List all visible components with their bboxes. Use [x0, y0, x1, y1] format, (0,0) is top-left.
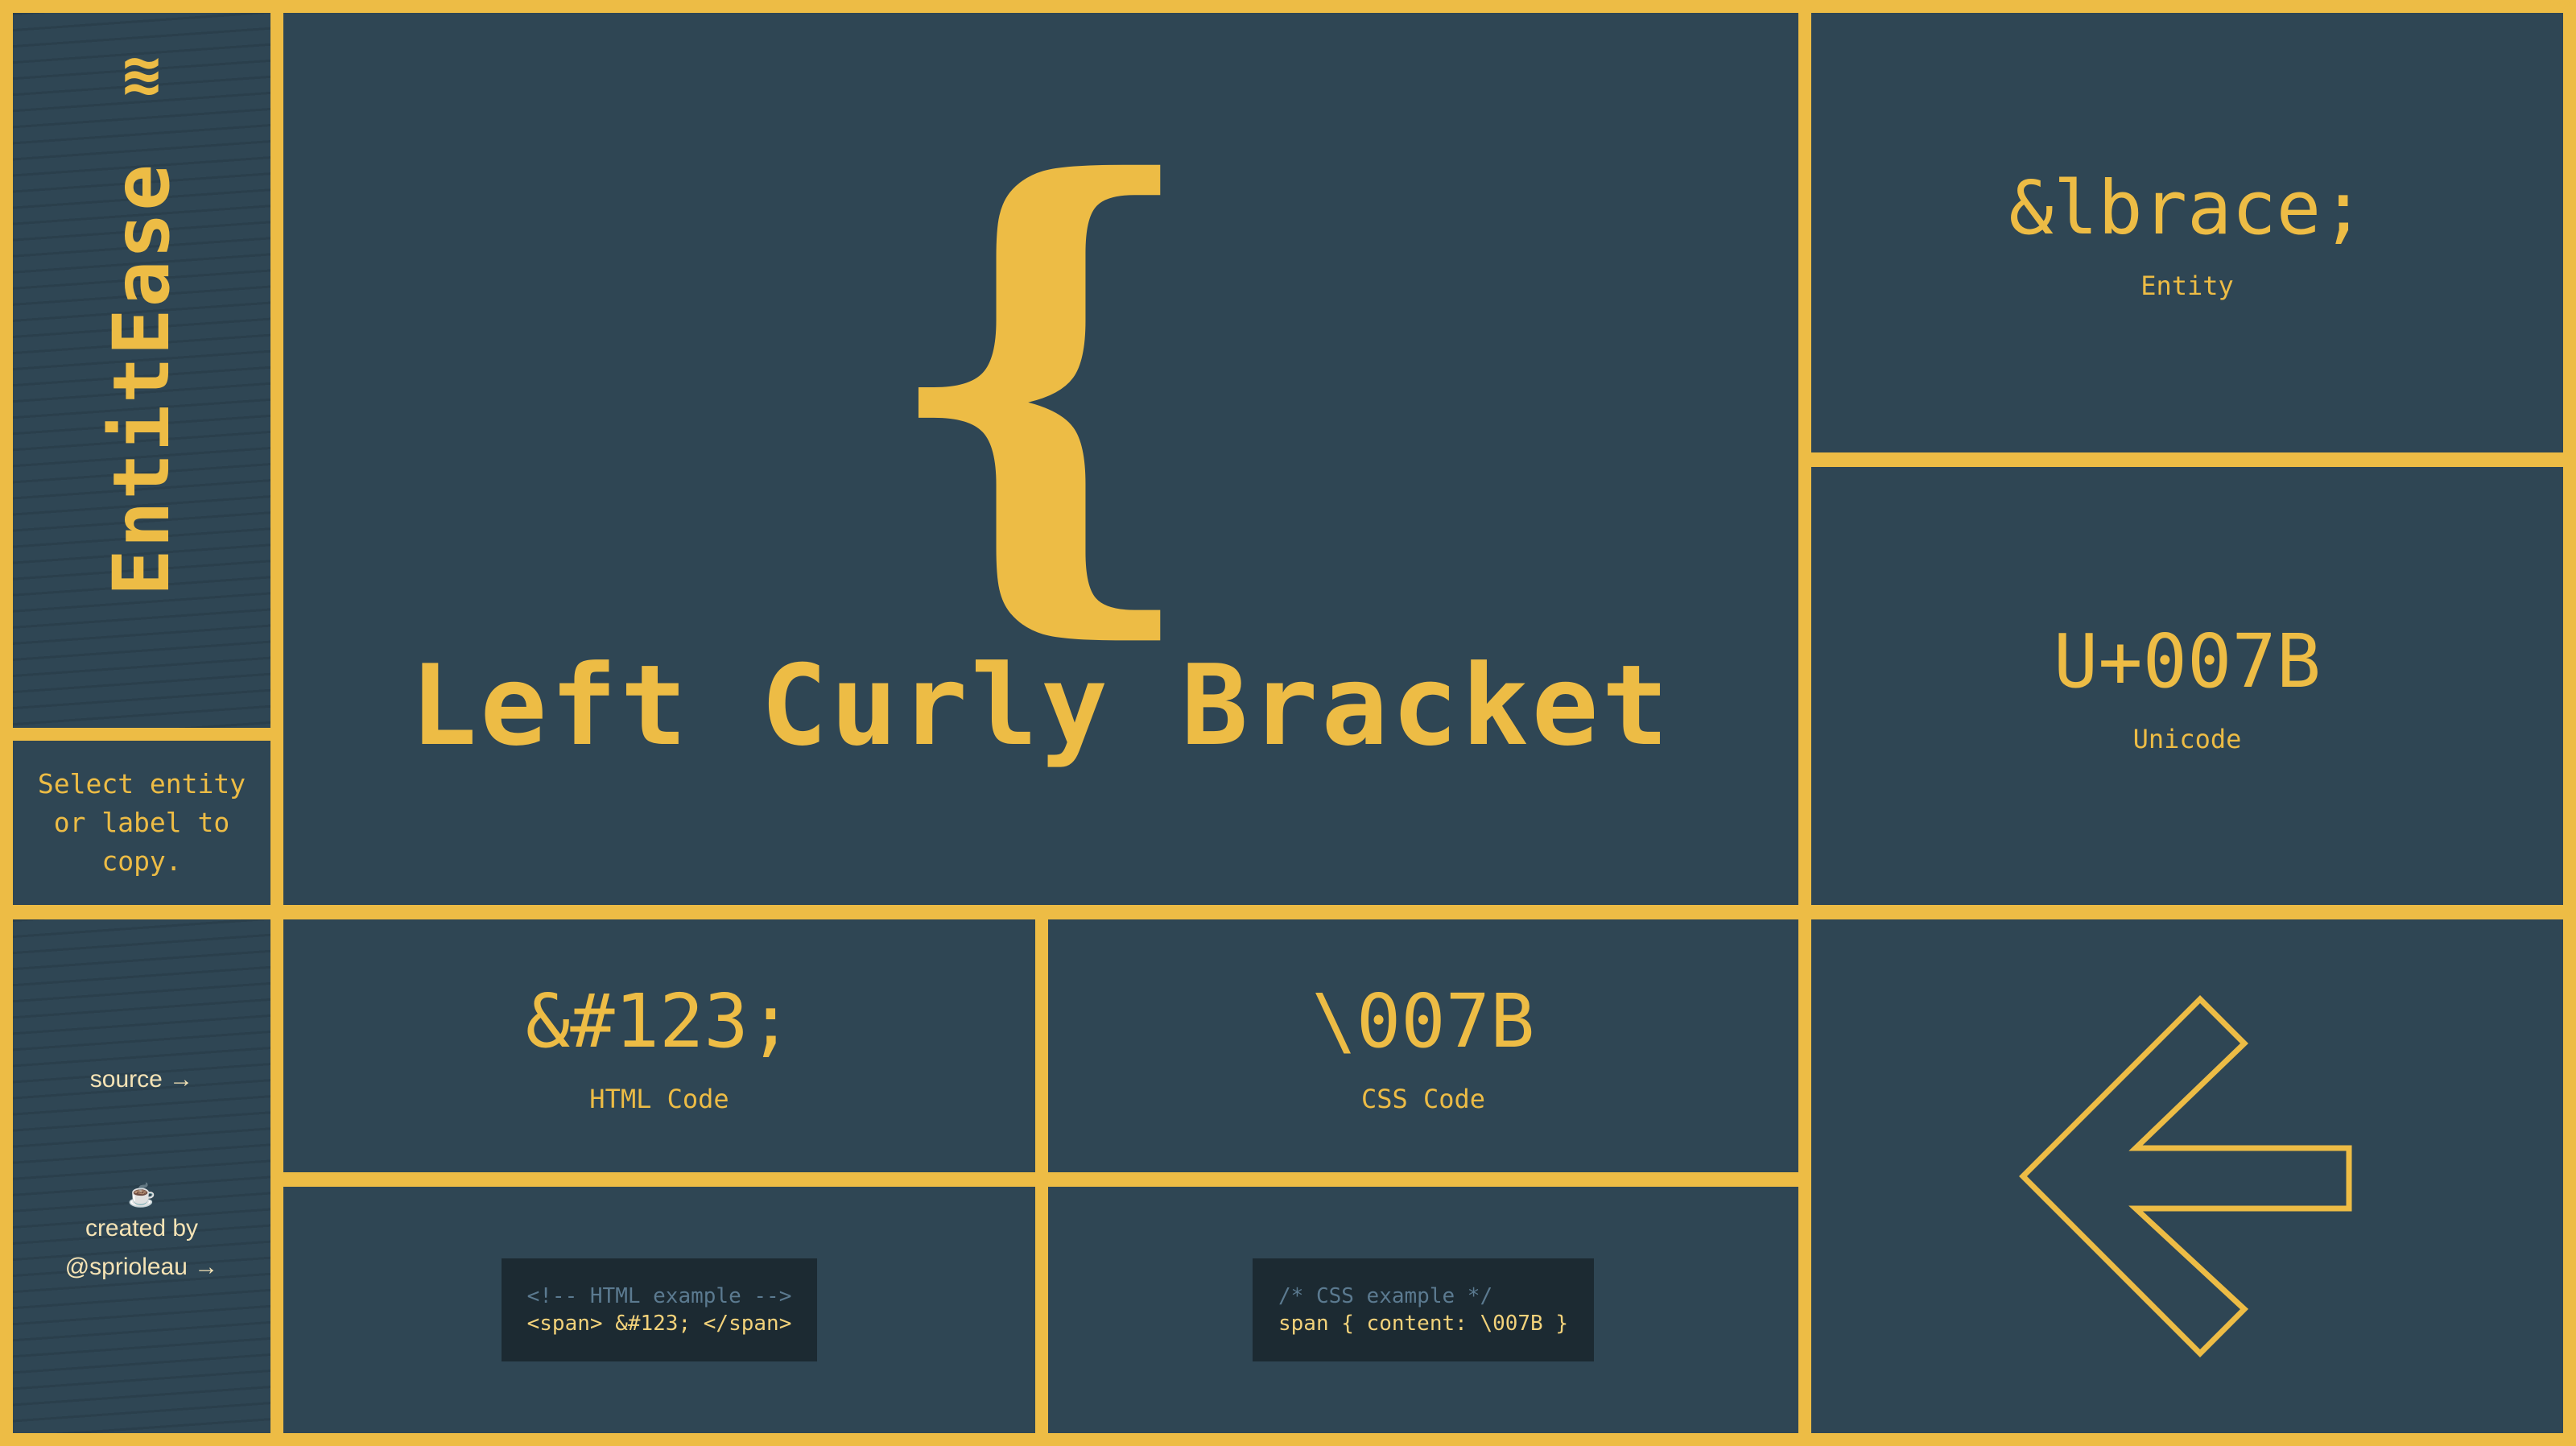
- html-example-comment: <!-- HTML example -->: [526, 1284, 792, 1308]
- coffee-icon: ☕: [127, 1183, 156, 1208]
- created-by-label: created by: [85, 1215, 199, 1241]
- html-code-label[interactable]: HTML Code: [589, 1084, 729, 1114]
- html-example-line: <span> &#123; </span>: [526, 1312, 792, 1336]
- app-grid: ≋ EntitEase Select entity or label to co…: [0, 0, 2576, 1446]
- unicode-panel: U+007B Unicode: [1811, 467, 2563, 905]
- css-example-code[interactable]: /* CSS example */ span { content: \007B }: [1252, 1258, 1595, 1361]
- creator-link[interactable]: @sprioleau →: [65, 1254, 219, 1280]
- entity-value[interactable]: &lbrace;: [2008, 164, 2365, 253]
- navigation-panel: [1811, 919, 2563, 1433]
- source-link[interactable]: source →: [90, 1066, 193, 1093]
- entity-label[interactable]: Entity: [2140, 271, 2234, 301]
- html-code-panel: &#123; HTML Code: [283, 919, 1035, 1172]
- hint-panel: Select entity or label to copy.: [13, 741, 270, 905]
- css-code-value[interactable]: \007B: [1312, 977, 1535, 1066]
- copy-hint-text: Select entity or label to copy.: [37, 768, 246, 877]
- main-preview: { Left Curly Bracket: [283, 13, 1798, 905]
- css-example-panel: /* CSS example */ span { content: \007B }: [1048, 1187, 1798, 1433]
- html-code-value[interactable]: &#123;: [526, 977, 793, 1066]
- entity-glyph[interactable]: {: [875, 109, 1207, 641]
- css-code-label[interactable]: CSS Code: [1361, 1084, 1485, 1114]
- css-example-line: span { content: \007B }: [1278, 1312, 1569, 1336]
- entity-panel: &lbrace; Entity: [1811, 13, 2563, 452]
- arrow-left-icon[interactable]: [2018, 991, 2356, 1361]
- html-example-panel: <!-- HTML example --> <span> &#123; </spa…: [283, 1187, 1035, 1433]
- unicode-value[interactable]: U+007B: [2054, 618, 2321, 706]
- css-code-panel: \007B CSS Code: [1048, 919, 1798, 1172]
- entity-name: Left Curly Bracket: [410, 641, 1672, 771]
- app-title: EntitEase: [97, 163, 187, 597]
- brand-panel: ≋ EntitEase: [13, 13, 270, 728]
- links-panel: source → ☕ created by @sprioleau →: [13, 919, 270, 1433]
- css-example-comment: /* CSS example */: [1278, 1284, 1493, 1308]
- waves-logo-icon: ≋: [122, 36, 162, 111]
- unicode-label[interactable]: Unicode: [2133, 724, 2242, 754]
- credits: ☕ created by @sprioleau →: [65, 1182, 219, 1287]
- html-example-code[interactable]: <!-- HTML example --> <span> &#123; </spa…: [501, 1258, 818, 1361]
